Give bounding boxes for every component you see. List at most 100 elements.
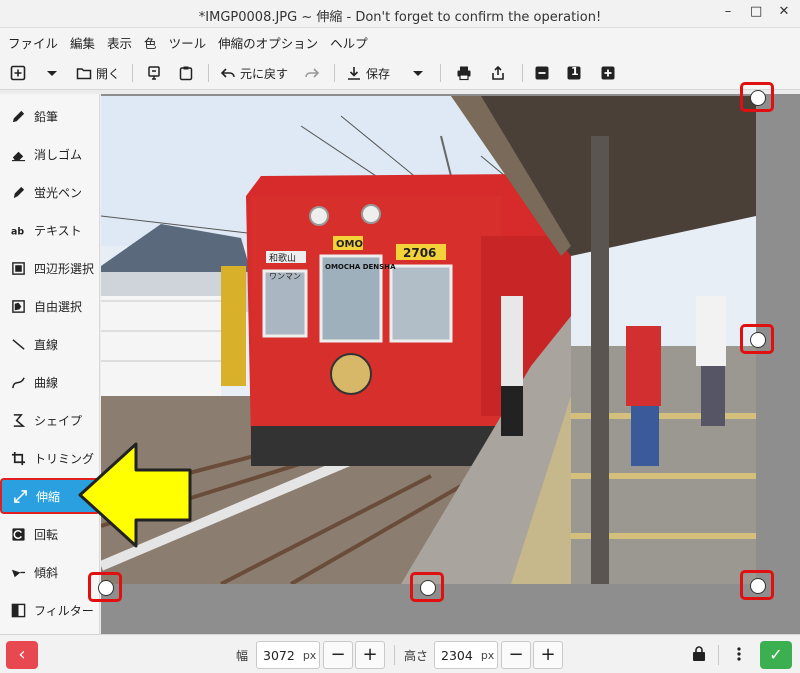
apply-button[interactable]: ✓ <box>760 641 792 669</box>
eraser-icon <box>10 146 26 162</box>
clipboard-icon <box>179 66 193 81</box>
window-controls: – □ ✕ <box>722 5 790 19</box>
tool-label: 回転 <box>34 527 59 542</box>
shape-icon <box>10 412 26 428</box>
ratio-lock-button[interactable] <box>688 643 710 665</box>
resize-handle-bottom[interactable] <box>410 572 444 602</box>
resize-handle-right[interactable] <box>740 324 774 354</box>
clipboard-button[interactable] <box>178 64 194 82</box>
toolbar-separator <box>440 64 441 82</box>
cancel-button[interactable]: ‹ <box>6 641 38 669</box>
toolbar-separator <box>334 64 335 82</box>
tool-rect-select[interactable]: 四辺形選択 <box>0 250 100 286</box>
tool-label: 鉛筆 <box>34 109 59 124</box>
image-canvas[interactable]: OMO 2706 和歌山 ワンマン OMOCHA DENSHA <box>101 96 756 584</box>
pencil-icon <box>10 108 26 124</box>
height-value: 2304 <box>441 647 473 663</box>
tool-label: 四辺形選択 <box>34 261 95 276</box>
open-label: 開く <box>96 66 121 81</box>
train-nameplate: OMOCHA DENSHA <box>325 263 396 271</box>
save-button[interactable]: 保存 <box>346 64 390 82</box>
toolbar-separator <box>208 64 209 82</box>
new-image-button[interactable] <box>10 64 26 82</box>
menu-edit[interactable]: 編集 <box>70 33 95 52</box>
tool-shape[interactable]: シェイプ <box>0 402 100 438</box>
bottom-separator <box>718 645 719 665</box>
height-field[interactable]: 2304 px <box>434 641 498 669</box>
menu-file[interactable]: ファイル <box>8 33 58 52</box>
width-label: 幅 <box>236 649 249 663</box>
tool-label: シェイプ <box>34 413 83 428</box>
undo-button[interactable]: 元に戻す <box>220 64 288 82</box>
zoom-out-button[interactable] <box>534 64 550 82</box>
menu-view[interactable]: 表示 <box>107 33 132 52</box>
tool-highlighter[interactable]: 蛍光ペン <box>0 174 100 210</box>
tool-skew[interactable]: 傾斜 <box>0 554 100 590</box>
width-decrease-button[interactable]: − <box>323 641 353 669</box>
chevron-left-icon: ‹ <box>18 644 26 665</box>
tool-label: 蛍光ペン <box>34 185 83 200</box>
tool-eraser[interactable]: 消しゴム <box>0 136 100 172</box>
tool-curve[interactable]: 曲線 <box>0 364 100 400</box>
tool-label: 直線 <box>34 337 59 352</box>
filter-icon <box>10 602 26 618</box>
tool-line[interactable]: 直線 <box>0 326 100 362</box>
tool-label: 伸縮 <box>36 489 61 504</box>
redo-button[interactable] <box>304 64 320 82</box>
menu-help[interactable]: ヘルプ <box>330 33 368 52</box>
width-field[interactable]: 3072 px <box>256 641 320 669</box>
height-increase-button[interactable]: + <box>533 641 563 669</box>
skew-icon <box>10 564 26 580</box>
bottom-bar: ‹ 幅 3072 px − + 高さ 2304 px − + ✓ <box>0 634 800 673</box>
resize-handle-top-right[interactable] <box>740 82 774 112</box>
width-value: 3072 <box>263 647 295 663</box>
height-decrease-button[interactable]: − <box>501 641 531 669</box>
check-icon: ✓ <box>769 645 783 664</box>
more-vertical-icon <box>737 647 741 661</box>
title-bar: *IMGP0008.JPG ~ 伸縮 - Don't forget to con… <box>0 0 800 28</box>
minus-icon: − <box>508 644 524 665</box>
zoom-reset-button[interactable]: 1 <box>566 64 582 82</box>
tool-text[interactable]: ab テキスト <box>0 212 100 248</box>
window-title: *IMGP0008.JPG ~ 伸縮 - Don't forget to con… <box>198 10 602 25</box>
toolbar-separator <box>522 64 523 82</box>
resize-handle-bottom-right[interactable] <box>740 570 774 600</box>
width-increase-button[interactable]: + <box>355 641 385 669</box>
tool-pencil[interactable]: 鉛筆 <box>0 98 100 134</box>
tool-free-select[interactable]: 自由選択 <box>0 288 100 324</box>
train-destination: 和歌山 <box>269 252 296 264</box>
resize-handle-bottom-left[interactable] <box>88 572 122 602</box>
maximize-button[interactable]: □ <box>750 5 762 19</box>
toolbar: 開く 元に戻す 保存 1 <box>0 56 800 90</box>
print-button[interactable] <box>456 64 472 82</box>
tool-label: フィルター <box>34 603 94 618</box>
rect-select-icon <box>10 260 26 276</box>
minus-icon: − <box>330 644 346 665</box>
menu-bar: ファイル 編集 表示 色 ツール 伸縮のオプション ヘルプ <box>0 28 800 56</box>
menu-scale-options[interactable]: 伸縮のオプション <box>218 33 318 52</box>
more-options-button[interactable] <box>728 643 750 665</box>
undo-label: 元に戻す <box>240 66 289 81</box>
free-select-icon <box>10 298 26 314</box>
chevron-down-icon <box>413 71 423 76</box>
zoom-in-button[interactable] <box>600 64 616 82</box>
line-icon <box>10 336 26 352</box>
share-button[interactable] <box>490 64 506 82</box>
curve-icon <box>10 374 26 390</box>
print-icon <box>457 66 471 81</box>
open-button[interactable]: 開く <box>76 64 120 82</box>
zoom-value: 1 <box>571 65 579 78</box>
minimize-button[interactable]: – <box>722 5 734 19</box>
canvas-area[interactable]: OMO 2706 和歌山 ワンマン OMOCHA DENSHA <box>88 82 800 634</box>
save-dropdown-button[interactable] <box>410 64 426 82</box>
menu-color[interactable]: 色 <box>144 33 157 52</box>
save-label: 保存 <box>366 66 391 81</box>
new-dropdown-button[interactable] <box>44 64 60 82</box>
menu-tools[interactable]: ツール <box>169 33 207 52</box>
paste-button[interactable] <box>146 64 162 82</box>
close-button[interactable]: ✕ <box>778 5 790 19</box>
text-icon: ab <box>10 222 26 238</box>
tool-label: 曲線 <box>34 375 59 390</box>
tool-filter[interactable]: フィルター <box>0 592 100 628</box>
width-unit: px <box>302 648 317 662</box>
